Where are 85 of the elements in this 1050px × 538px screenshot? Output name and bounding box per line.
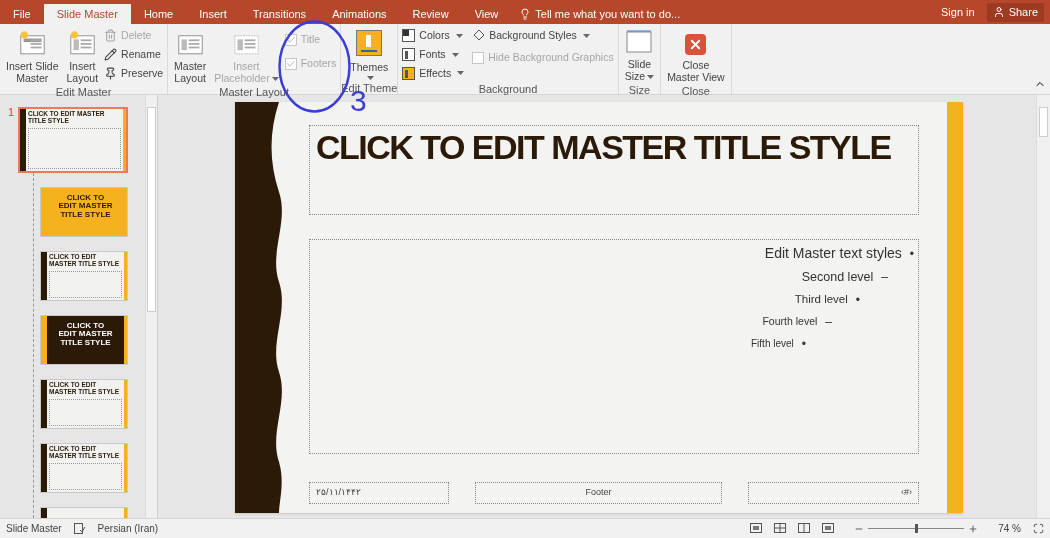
title-placeholder[interactable]: CLICK TO EDIT MASTER TITLE STYLE (309, 125, 919, 215)
scrollbar[interactable] (145, 95, 157, 518)
lightbulb-icon (519, 8, 532, 20)
body-text-level: Third level (794, 292, 848, 308)
date-text: ۲۵/۱۱/۱۴۴۲ (316, 486, 361, 500)
slide-size-button[interactable]: Slide Size (622, 28, 657, 82)
bullet: • (801, 335, 806, 353)
ribbon-tab[interactable]: Animations (319, 4, 400, 24)
close-icon (685, 34, 707, 55)
slide-number-placeholder[interactable]: ‹#› (748, 482, 919, 504)
slideshow-icon[interactable] (822, 523, 835, 534)
slide-master-icon (18, 30, 46, 56)
ribbon-tab[interactable]: Insert (186, 4, 240, 24)
group-label: Close (681, 84, 710, 99)
ribbon-tab[interactable]: Slide Master (43, 4, 131, 24)
group-label: Size (628, 83, 651, 98)
small-ribbon-button[interactable]: Rename (104, 46, 164, 63)
body-placeholder[interactable]: Edit Master text styles • Second level – Third level • Fourth level – Fifth level • (309, 239, 919, 454)
thumbnail-title: CLICK TO EDIT MASTER TITLE STYLE (57, 192, 114, 220)
slide-sorter-icon[interactable] (774, 523, 787, 534)
group-label: Background (478, 82, 538, 98)
person-icon (992, 6, 1005, 18)
body-text-level: Fourth level (762, 313, 818, 329)
small-ribbon-button[interactable]: Preserve (104, 65, 164, 82)
ribbon-tab[interactable]: View (461, 4, 512, 24)
checkbox-icon (284, 57, 297, 70)
caret-icon (582, 33, 590, 38)
pencil-icon (104, 48, 118, 62)
zoom-in-icon[interactable] (968, 523, 979, 534)
font-icon (402, 48, 416, 62)
reading-view-icon[interactable] (798, 523, 811, 534)
master-layout-button[interactable]: Master Layout (172, 28, 209, 84)
share-button[interactable]: Share (986, 2, 1044, 22)
thumbnail-title: CLICK TO EDIT MASTER TITLE STYLE (57, 320, 114, 348)
footer-placeholder[interactable]: Footer (475, 482, 722, 504)
trash-icon (104, 29, 118, 43)
body-text-level: Edit Master text styles (764, 244, 902, 263)
zoom-thumb[interactable] (914, 524, 918, 533)
scrollbar[interactable] (1036, 95, 1050, 518)
bullet: • (855, 291, 860, 309)
background-styles-button[interactable]: Background Styles (472, 28, 614, 44)
date-placeholder[interactable]: ۲۵/۱۱/۱۴۴۲ (309, 482, 449, 504)
themes-button[interactable]: Themes (346, 28, 393, 80)
spell-check-icon[interactable] (73, 523, 86, 534)
ribbon-tab[interactable]: File (0, 4, 44, 24)
dropdown-button[interactable]: Effects (402, 65, 465, 82)
caret-icon (457, 71, 465, 76)
slide-title: CLICK TO EDIT MASTER TITLE STYLE (316, 128, 891, 166)
zoom-level[interactable]: 74 % (998, 521, 1021, 536)
insert-layout-button[interactable]: Insert Layout (64, 28, 101, 84)
view-status: Slide Master (6, 522, 62, 536)
caret-icon (455, 33, 463, 38)
close-master-view-button[interactable]: Close Master View (665, 28, 727, 83)
group-label: Edit Master (55, 85, 112, 100)
normal-view-icon[interactable] (750, 523, 763, 534)
slide-size-icon (626, 30, 653, 54)
ribbon-tab[interactable]: Home (130, 4, 187, 24)
slide-number-text: ‹#› (901, 486, 912, 500)
color-swatch-icon (402, 29, 416, 43)
pin-icon (104, 66, 118, 80)
sign-in-link[interactable]: Sign in (929, 3, 987, 21)
body-text-level: Second level (801, 269, 874, 286)
slide-thumbnail[interactable]: CLICK TO EDIT MASTER TITLE STYLE (40, 315, 128, 365)
theme-icon (356, 30, 383, 56)
fit-slide-icon[interactable] (1033, 523, 1044, 534)
bullet: • (909, 245, 914, 263)
slide-thumbnail[interactable]: CLICK TO EDIT MASTER TITLE STYLE (40, 187, 128, 237)
bullet: – (825, 313, 832, 331)
zoom-slider[interactable] (868, 524, 965, 533)
footer-text: Footer (585, 486, 612, 500)
slide-number: 1 (7, 107, 14, 118)
ribbon-tab[interactable]: Transitions (239, 4, 320, 24)
bullet: – (881, 269, 888, 287)
checkbox-icon (472, 51, 485, 64)
caret-icon (647, 75, 655, 80)
effects-icon (402, 66, 416, 80)
body-text-level: Fifth level (751, 337, 794, 352)
ribbon-tab[interactable]: Review (399, 4, 462, 24)
dropdown-button[interactable]: Fonts (402, 46, 465, 63)
language-status[interactable]: Persian (Iran) (97, 521, 159, 536)
dropdown-button[interactable]: Colors (402, 28, 465, 44)
caret-icon (451, 52, 459, 57)
insert-slide-master-button[interactable]: Insert Slide Master (4, 28, 61, 84)
layout-icon (68, 30, 96, 56)
tell-me-field[interactable]: Tell me what you want to do... (535, 5, 681, 23)
